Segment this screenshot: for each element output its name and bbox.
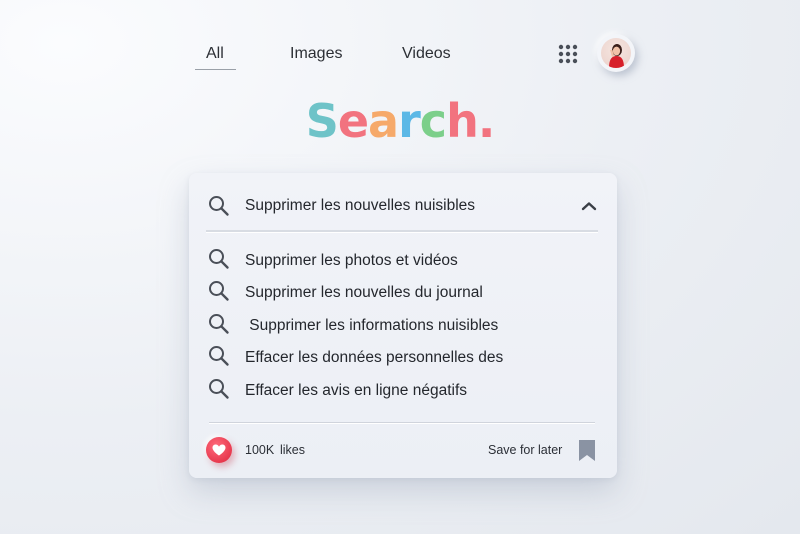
logo-letter: a bbox=[368, 94, 399, 148]
search-icon bbox=[209, 196, 229, 216]
search-icon bbox=[209, 249, 229, 269]
suggestion-text: Effacer les données personnelles des bbox=[245, 349, 504, 366]
tab-all[interactable]: All bbox=[206, 45, 224, 63]
search-icon bbox=[209, 314, 229, 334]
tab-videos[interactable]: Videos bbox=[402, 45, 451, 63]
suggestion-item[interactable]: Effacer les avis en ligne négatifs bbox=[189, 378, 617, 408]
suggestion-text: Supprimer les informations nuisibles bbox=[245, 317, 499, 334]
heart-icon bbox=[212, 444, 226, 456]
suggestion-text: Effacer les avis en ligne négatifs bbox=[245, 382, 468, 399]
likes-count: 100K bbox=[245, 443, 275, 457]
grid-apps-icon[interactable] bbox=[558, 44, 578, 64]
suggestion-item[interactable]: Effacer les données personnelles des bbox=[189, 345, 617, 375]
avatar-image bbox=[601, 38, 631, 68]
avatar[interactable] bbox=[597, 34, 635, 72]
logo-letter: . bbox=[477, 94, 496, 148]
logo-letter: h bbox=[446, 94, 479, 148]
divider bbox=[209, 422, 595, 423]
suggestion-item[interactable]: Supprimer les informations nuisibles bbox=[189, 313, 617, 343]
logo-letter: S bbox=[305, 94, 339, 148]
chevron-up-icon[interactable] bbox=[581, 201, 597, 211]
logo-letter: r bbox=[398, 94, 421, 148]
divider bbox=[206, 230, 598, 232]
tab-images[interactable]: Images bbox=[290, 45, 342, 63]
suggestion-text: Supprimer les nouvelles du journal bbox=[245, 284, 483, 301]
search-icon bbox=[209, 379, 229, 399]
like-button[interactable] bbox=[206, 437, 232, 463]
save-for-later-link[interactable]: Save for later bbox=[488, 443, 562, 457]
suggestion-item[interactable]: Supprimer les photos et vidéos bbox=[189, 248, 617, 278]
search-input[interactable]: Supprimer les nouvelles nuisibles bbox=[189, 173, 617, 231]
active-tab-indicator bbox=[195, 69, 236, 70]
suggestion-text: Supprimer les photos et vidéos bbox=[245, 252, 458, 269]
search-icon bbox=[209, 281, 229, 301]
logo-letter: e bbox=[337, 94, 369, 148]
search-icon bbox=[209, 346, 229, 366]
logo-letter: c bbox=[419, 94, 447, 148]
bookmark-icon[interactable] bbox=[577, 439, 597, 462]
likes-label: likes bbox=[280, 443, 306, 457]
suggestion-item[interactable]: Supprimer les nouvelles du journal bbox=[189, 280, 617, 310]
search-panel: Supprimer les nouvelles nuisibles Suppri… bbox=[189, 173, 617, 478]
search-logo: Search. bbox=[0, 94, 800, 148]
search-query: Supprimer les nouvelles nuisibles bbox=[245, 197, 476, 214]
